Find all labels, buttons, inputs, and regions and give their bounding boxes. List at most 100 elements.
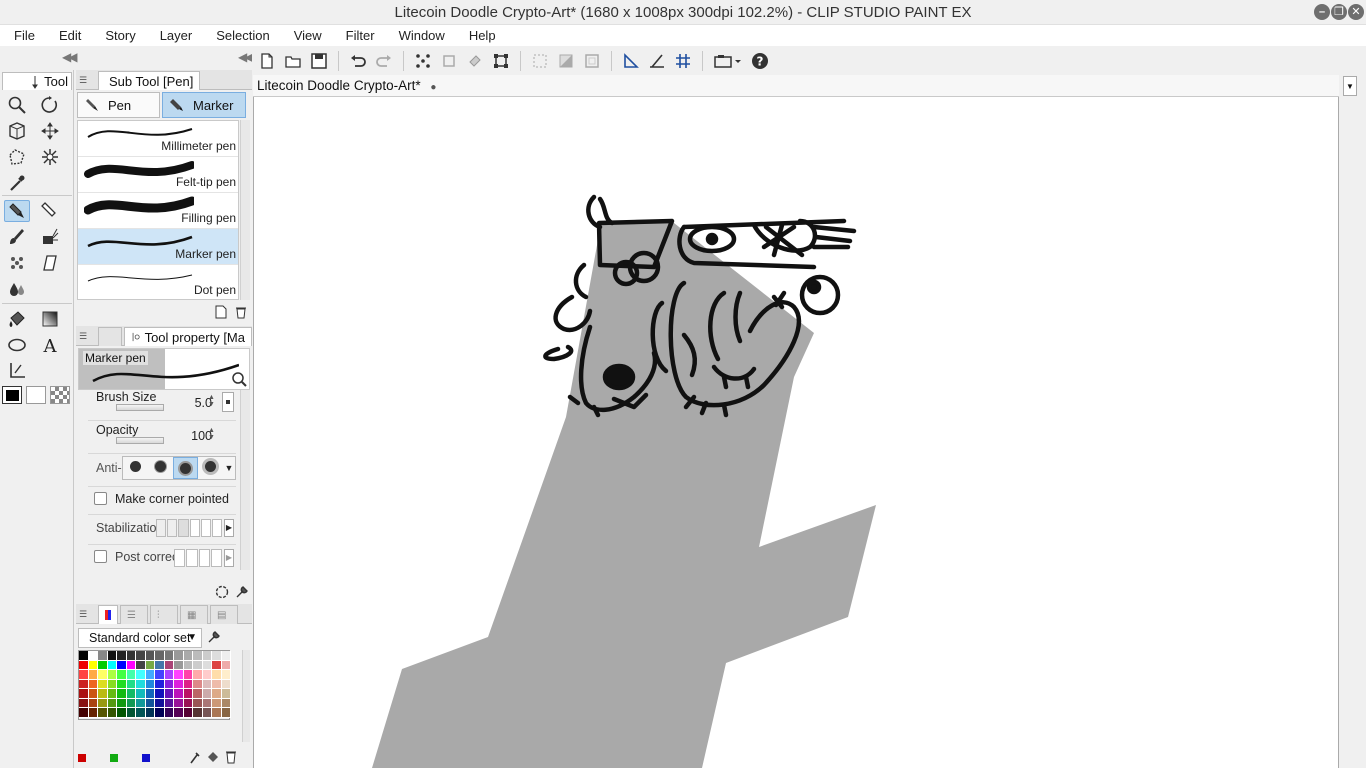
color-swatch[interactable] — [126, 660, 136, 670]
color-swatch[interactable] — [193, 689, 203, 699]
menu-selection[interactable]: Selection — [204, 28, 281, 43]
group-pen-button[interactable]: Pen — [77, 92, 160, 118]
color-swatch[interactable] — [98, 679, 108, 689]
color-swatch[interactable] — [212, 708, 222, 718]
ruler-icon[interactable] — [620, 50, 642, 72]
airbrush-tool-icon[interactable] — [37, 226, 63, 248]
color-set-dropdown[interactable]: Standard color set ▼ — [78, 628, 202, 648]
collapse-left-icon[interactable]: ◀◀ — [238, 50, 254, 64]
undo-icon[interactable] — [347, 50, 369, 72]
pencil-tool-icon[interactable] — [37, 200, 63, 222]
color-swatch[interactable] — [136, 698, 146, 708]
color-swatch[interactable] — [212, 679, 222, 689]
color-swatch[interactable] — [174, 660, 184, 670]
color-swatch[interactable] — [136, 660, 146, 670]
color-swatch[interactable] — [88, 670, 98, 680]
color-swatch[interactable] — [136, 708, 146, 718]
menu-edit[interactable]: Edit — [47, 28, 93, 43]
color-swatch[interactable] — [117, 651, 127, 661]
list-item-dot-pen[interactable]: Dot pen — [78, 265, 238, 299]
wrench-icon[interactable] — [234, 584, 250, 603]
gradient-tool-icon[interactable] — [37, 308, 63, 330]
color-swatch[interactable] — [193, 651, 203, 661]
color-swatch[interactable] — [145, 689, 155, 699]
transparent-color-swatch[interactable] — [50, 386, 70, 404]
open-folder-icon[interactable] — [282, 50, 304, 72]
crop-icon[interactable] — [438, 50, 460, 72]
post-correction-arrow[interactable]: ▶ — [224, 549, 234, 567]
figure-tool-icon[interactable] — [4, 334, 30, 356]
color-swatch[interactable] — [174, 708, 184, 718]
color-swatch[interactable] — [155, 679, 165, 689]
color-swatch[interactable] — [98, 698, 108, 708]
color-swatch[interactable] — [126, 698, 136, 708]
register-color-icon[interactable] — [78, 754, 86, 762]
maximize-button[interactable]: ❐ — [1331, 4, 1347, 20]
group-marker-button[interactable]: Marker — [162, 92, 246, 118]
color-swatch[interactable] — [193, 670, 203, 680]
eyedropper-icon[interactable] — [4, 172, 30, 194]
list-item-filling-pen[interactable]: Filling pen — [78, 193, 238, 229]
help-icon[interactable]: ? — [749, 50, 771, 72]
ruler-tool-icon[interactable] — [4, 360, 30, 382]
color-swatch[interactable] — [202, 651, 212, 661]
menu-window[interactable]: Window — [387, 28, 457, 43]
color-swatch[interactable] — [193, 698, 203, 708]
color-swatch[interactable] — [202, 670, 212, 680]
color-swatch[interactable] — [117, 670, 127, 680]
aa-weak-icon[interactable] — [148, 461, 173, 475]
zoom-tool-icon[interactable] — [4, 94, 30, 116]
property-scrollbar[interactable] — [240, 390, 250, 570]
color-swatch[interactable] — [145, 679, 155, 689]
color-swatch[interactable] — [107, 670, 117, 680]
collapse-left-icon[interactable]: ◀◀ — [62, 50, 78, 64]
color-swatch[interactable] — [183, 689, 193, 699]
redo-icon[interactable] — [373, 50, 395, 72]
color-swatch[interactable] — [117, 698, 127, 708]
rotate-tool-icon[interactable] — [37, 94, 63, 116]
delete-color-icon[interactable] — [142, 754, 150, 762]
color-swatch[interactable] — [164, 660, 174, 670]
color-swatch[interactable] — [98, 708, 108, 718]
color-swatch[interactable] — [107, 689, 117, 699]
menu-file[interactable]: File — [0, 28, 47, 43]
color-swatch[interactable] — [107, 651, 117, 661]
make-corner-checkbox[interactable] — [94, 492, 107, 505]
color-swatch[interactable] — [98, 689, 108, 699]
color-set-scrollbar[interactable] — [242, 650, 250, 742]
color-set-settings-icon[interactable] — [206, 629, 222, 648]
color-swatch-grid[interactable] — [78, 650, 231, 720]
aa-none-icon[interactable] — [123, 461, 148, 475]
list-item-millimeter-pen[interactable]: Millimeter pen — [78, 121, 238, 157]
stabilization-slider[interactable] — [156, 519, 223, 537]
aa-strong-icon[interactable] — [198, 461, 223, 475]
color-swatch[interactable] — [164, 670, 174, 680]
color-swatch[interactable] — [174, 670, 184, 680]
lasso-select-icon[interactable] — [4, 146, 30, 168]
color-swatch[interactable] — [88, 708, 98, 718]
document-tab[interactable]: Litecoin Doodle Crypto-Art* ● — [257, 78, 436, 93]
auto-select-icon[interactable] — [37, 146, 63, 168]
color-swatch[interactable] — [183, 670, 193, 680]
color-swatch[interactable] — [164, 651, 174, 661]
chevron-down-icon[interactable]: ▼ — [223, 463, 235, 473]
color-swatch[interactable] — [126, 651, 136, 661]
color-swatch[interactable] — [79, 660, 89, 670]
post-correction-slider[interactable] — [174, 549, 222, 567]
color-swatch[interactable] — [174, 698, 184, 708]
menu-help[interactable]: Help — [457, 28, 508, 43]
brush-size-stepper[interactable]: ▲ ▼ — [208, 394, 218, 408]
blend-tool-icon[interactable] — [4, 278, 30, 300]
text-tool-icon[interactable]: A — [37, 334, 63, 356]
color-swatch[interactable] — [202, 708, 212, 718]
color-swatch[interactable] — [155, 660, 165, 670]
color-swatch[interactable] — [174, 689, 184, 699]
color-swatch[interactable] — [212, 689, 222, 699]
trash-icon[interactable] — [224, 749, 238, 768]
color-swatch[interactable] — [145, 670, 155, 680]
brush-shape-tab[interactable] — [98, 327, 122, 346]
drawing-canvas[interactable] — [254, 97, 1339, 768]
color-swatch[interactable] — [202, 679, 212, 689]
brush-size-indicator[interactable] — [222, 392, 234, 412]
color-swatch[interactable] — [136, 689, 146, 699]
